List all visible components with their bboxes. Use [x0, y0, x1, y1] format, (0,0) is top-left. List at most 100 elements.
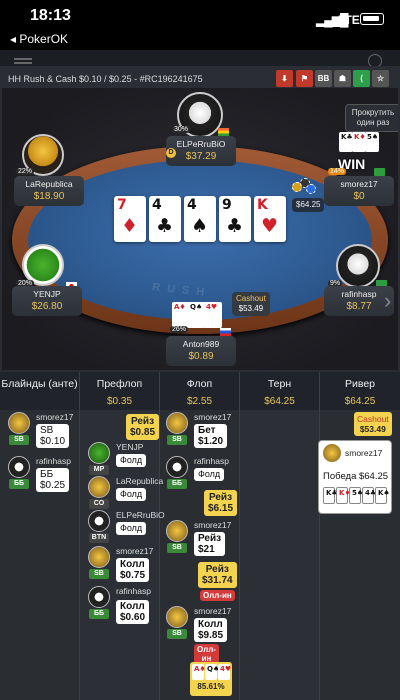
position-tag: MP — [89, 465, 109, 475]
avatar — [8, 412, 30, 434]
equity-badge: 14% — [328, 168, 347, 175]
position-tag: SB — [167, 629, 187, 639]
player-name: rafinhasp — [194, 456, 229, 466]
hole-card: 4♥ — [204, 302, 222, 328]
board-card-2: 4 ♣ — [149, 196, 181, 242]
street-timeline: Блайнды (анте) Префлоп $0.35 Флоп $2.55 Те… — [0, 372, 400, 700]
river-cashout-badge: Cashout $53.49 — [354, 412, 392, 436]
street-header-preflop[interactable]: Префлоп $0.35 — [80, 372, 160, 410]
win-amount: Победа $64.25 — [323, 471, 389, 482]
board-card-5: K ♥ — [254, 196, 286, 242]
player-plate: ELPeRruBiO $37.29 — [166, 136, 236, 166]
action-box: Рейз $21 — [194, 532, 226, 556]
player-name: rafinhasp — [36, 456, 71, 466]
star-icon[interactable]: ☆ — [372, 70, 389, 87]
hole-card: K♦ — [352, 132, 366, 152]
avatar — [88, 442, 110, 464]
player-name: rafinhasp — [116, 586, 151, 596]
download-icon[interactable]: ⬇ — [276, 70, 293, 87]
card: Q♠ — [205, 664, 219, 680]
avatar — [166, 520, 188, 542]
player-plate: YENJP $26.80 — [12, 286, 82, 316]
hand-title: HH Rush & Cash $0.10 / $0.25 - #RC196241… — [8, 74, 203, 84]
position-tag: SB — [9, 435, 29, 445]
action-box: Бет $1.20 — [194, 424, 228, 448]
hole-card: K♣ — [339, 132, 353, 152]
street-header-turn[interactable]: Терн $64.25 — [240, 372, 320, 410]
player-name: smorez17 — [194, 520, 232, 530]
next-arrow-icon[interactable]: › — [384, 288, 391, 314]
hand-replay-screen: 18:13 ◂ PokerOK ▂▄▆█ LTE HH Rush & Cash … — [0, 0, 400, 700]
flag-icon — [374, 168, 385, 176]
avatar — [88, 546, 110, 568]
battery-icon — [360, 13, 384, 25]
equity-badge: 26% — [170, 326, 189, 333]
action-box: Фолд — [116, 454, 147, 467]
street-header-river[interactable]: Ривер $64.25 — [320, 372, 400, 410]
equity-hand: A♦ Q♠ 4♥ 85.61% — [190, 662, 232, 696]
menu-icon[interactable] — [14, 58, 32, 60]
flag-icon[interactable]: ⚑ — [296, 70, 313, 87]
street-header-flop[interactable]: Флоп $2.55 — [160, 372, 240, 410]
avatar — [88, 510, 110, 532]
action-box: Фолд — [116, 522, 147, 535]
position-tag: ББ — [89, 609, 109, 619]
clock: 18:13 — [30, 7, 71, 24]
avatar — [88, 586, 110, 608]
raise-box: Рейз $6.15 — [204, 490, 238, 516]
equity-badge: 22% — [16, 168, 35, 175]
street-header-blinds[interactable]: Блайнды (анте) — [0, 372, 80, 410]
position-tag: SB — [89, 569, 109, 579]
cashout-badge: Cashout $53.49 — [232, 292, 270, 316]
share-icon[interactable]: ⟨ — [353, 70, 370, 87]
hole-card: 5♠ — [365, 132, 379, 152]
player-name: smorez17 — [116, 546, 154, 556]
winner-name: smorez17 — [345, 448, 383, 458]
board-card-1: 7 ♦ — [114, 196, 146, 242]
winner-card: smorez17 Победа $64.25 K♣ K♦ 5♠ 4♣ K♠ — [318, 440, 392, 514]
dealer-button-icon: D — [166, 148, 176, 158]
position-tag: SB — [167, 435, 187, 445]
avatar — [336, 244, 380, 288]
avatar — [8, 456, 30, 478]
bb-toggle-button[interactable]: BB — [315, 70, 332, 87]
status-bar: 18:13 ◂ PokerOK ▂▄▆█ LTE — [0, 0, 400, 50]
avatar — [166, 456, 188, 478]
back-to-app-link[interactable]: ◂ PokerOK — [10, 32, 68, 46]
player-name: ELPeRruBiO — [116, 510, 165, 520]
player-name: LaRepublica — [116, 476, 164, 486]
position-tag: ББ — [9, 479, 29, 489]
position-tag: BTN — [89, 533, 109, 543]
player-plate: LaRepublica $18.90 — [14, 176, 84, 206]
avatar — [166, 412, 188, 434]
spy-icon[interactable]: ☗ — [334, 70, 351, 87]
turn-column — [240, 410, 320, 700]
allin-badge: Олл-ин — [200, 590, 235, 601]
network-label: LTE — [338, 13, 360, 27]
action-box: ББ $0.25 — [36, 468, 70, 492]
blinds-column — [0, 410, 80, 700]
board-card-3: 4 ♠ — [184, 196, 216, 242]
action-box: Фолд — [116, 488, 147, 501]
player-plate: smorez17 $0 — [324, 176, 394, 206]
position-tag: SB — [167, 543, 187, 553]
scroll-hint-tooltip: Прокрутить один раз — [345, 104, 398, 132]
action-box: Колл $0.75 — [116, 558, 150, 582]
card: A♦ — [192, 664, 206, 680]
action-box: Колл $9.85 — [194, 618, 228, 642]
player-name: smorez17 — [36, 412, 74, 422]
card: 4♥ — [218, 664, 231, 680]
player-name: smorez17 — [194, 606, 232, 616]
flag-icon — [218, 128, 229, 136]
flag-icon — [220, 328, 231, 336]
pot-amount: $64.25 — [292, 198, 325, 212]
position-tag: ББ — [167, 479, 187, 489]
avatar — [166, 606, 188, 628]
action-box: SB $0.10 — [36, 424, 70, 448]
equity-badge: 30% — [172, 126, 191, 133]
pot-chips-icon — [292, 178, 316, 194]
raise-box: Рейз $31.74 — [198, 562, 237, 588]
equity-value: 85.61% — [197, 682, 225, 691]
player-name: YENJP — [116, 442, 144, 452]
board-card-4: 9 ♣ — [219, 196, 251, 242]
